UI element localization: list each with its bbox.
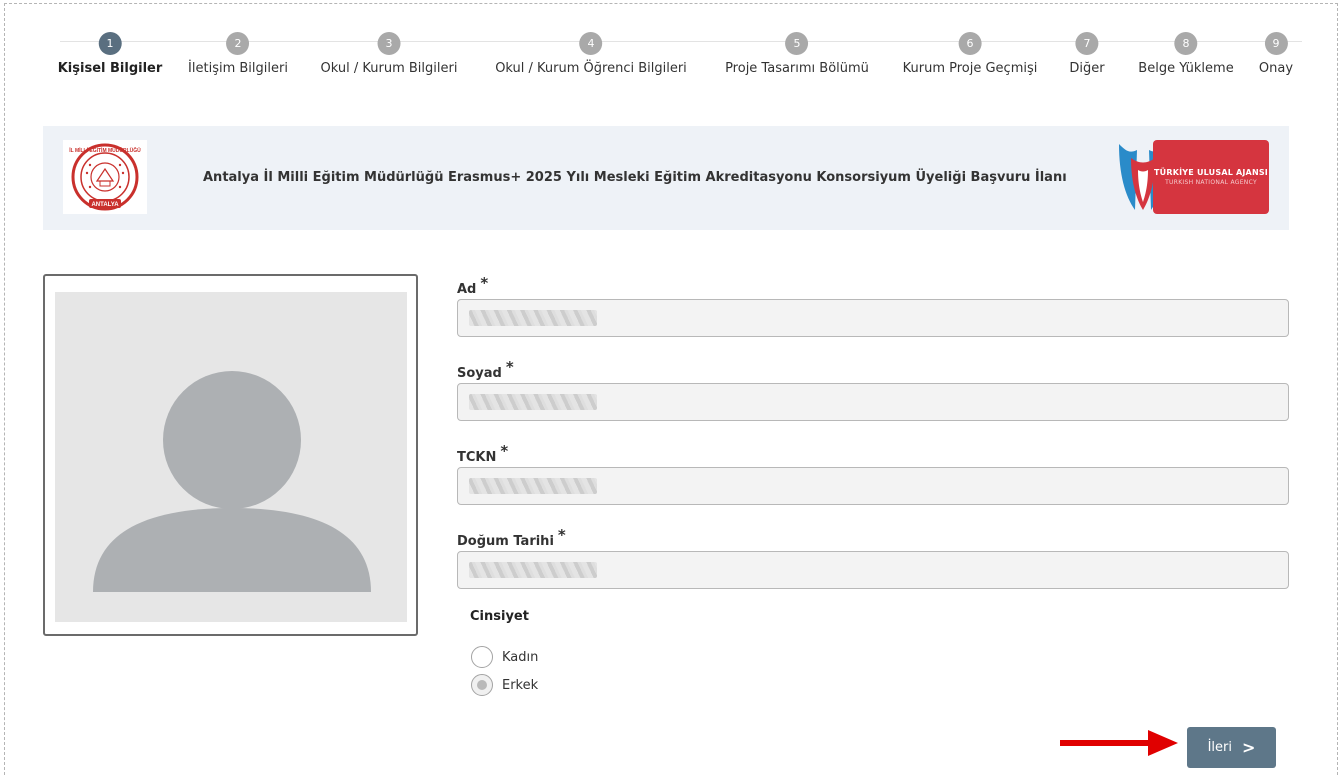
- svg-text:ANTALYA: ANTALYA: [91, 202, 119, 208]
- tua-subtitle: TURKISH NATIONAL AGENCY: [1165, 179, 1257, 186]
- step-okul-kurum-ogrenci-bilgileri[interactable]: 4 Okul / Kurum Öğrenci Bilgileri: [495, 32, 687, 76]
- tua-name: TÜRKİYE ULUSAL AJANSI: [1154, 168, 1268, 177]
- step-diger[interactable]: 7 Diğer: [1069, 32, 1105, 76]
- radio-kadin[interactable]: [471, 646, 493, 668]
- announcement-banner: ANTALYA İL MİLLİ EĞİTİM MÜDÜRLÜĞÜ Antaly…: [43, 126, 1289, 230]
- step-number: 5: [785, 32, 809, 55]
- cinsiyet-label: Cinsiyet: [470, 609, 529, 624]
- step-number: 4: [579, 32, 603, 55]
- next-button[interactable]: İleri >: [1187, 727, 1276, 768]
- redacted-value: [469, 562, 597, 578]
- profile-photo-frame[interactable]: [43, 274, 418, 636]
- step-label: Okul / Kurum Bilgileri: [320, 61, 458, 76]
- chevron-right-icon: >: [1242, 737, 1256, 757]
- step-belge-yukleme[interactable]: 8 Belge Yükleme: [1138, 32, 1234, 76]
- soyad-label: Soyad *: [457, 358, 514, 381]
- tua-name-box: TÜRKİYE ULUSAL AJANSI TURKISH NATIONAL A…: [1153, 140, 1269, 214]
- step-okul-kurum-bilgileri[interactable]: 3 Okul / Kurum Bilgileri: [320, 32, 458, 76]
- banner-title: Antalya İl Milli Eğitim Müdürlüğü Erasmu…: [203, 170, 1067, 185]
- gender-option-erkek[interactable]: Erkek: [471, 674, 538, 696]
- gender-option-kadin[interactable]: Kadın: [471, 646, 538, 668]
- user-silhouette-icon: [93, 371, 371, 592]
- ad-label: Ad *: [457, 274, 489, 297]
- next-button-label: İleri: [1207, 740, 1232, 755]
- radio-label: Erkek: [502, 677, 539, 693]
- radio-erkek[interactable]: [471, 674, 493, 696]
- step-number: 9: [1264, 32, 1288, 55]
- svg-text:İL MİLLİ EĞİTİM MÜDÜRLÜĞÜ: İL MİLLİ EĞİTİM MÜDÜRLÜĞÜ: [69, 146, 141, 154]
- step-kisisel-bilgiler[interactable]: 1 Kişisel Bilgiler: [57, 32, 163, 76]
- step-label: Kişisel Bilgiler: [57, 61, 163, 76]
- step-iletisim-bilgileri[interactable]: 2 İletişim Bilgileri: [188, 32, 288, 76]
- step-number: 2: [226, 32, 250, 55]
- meb-logo: ANTALYA İL MİLLİ EĞİTİM MÜDÜRLÜĞÜ: [63, 140, 147, 214]
- dogum-tarihi-label: Doğum Tarihi *: [457, 526, 566, 549]
- step-onay[interactable]: 9 Onay: [1259, 32, 1293, 76]
- tckn-label: TCKN *: [457, 442, 509, 465]
- step-number: 7: [1075, 32, 1099, 55]
- step-number: 1: [98, 32, 122, 55]
- redacted-value: [469, 310, 597, 326]
- wizard-stepper: 1 Kişisel Bilgiler 2 İletişim Bilgileri …: [0, 0, 1342, 110]
- red-arrow-icon: [1060, 730, 1178, 756]
- step-label: Onay: [1258, 61, 1294, 76]
- turkish-national-agency-logo: TÜRKİYE ULUSAL AJANSI TURKISH NATIONAL A…: [1111, 140, 1271, 214]
- radio-label: Kadın: [502, 649, 539, 665]
- redacted-value: [469, 394, 597, 410]
- step-label: Diğer: [1069, 61, 1105, 76]
- step-label: Okul / Kurum Öğrenci Bilgileri: [495, 61, 687, 76]
- step-label: Belge Yükleme: [1138, 61, 1234, 76]
- step-kurum-proje-gecmisi[interactable]: 6 Kurum Proje Geçmişi: [902, 32, 1038, 76]
- step-label: İletişim Bilgileri: [188, 61, 288, 76]
- step-proje-tasarimi[interactable]: 5 Proje Tasarımı Bölümü: [725, 32, 869, 76]
- redacted-value: [469, 478, 597, 494]
- meb-seal-icon: ANTALYA İL MİLLİ EĞİTİM MÜDÜRLÜĞÜ: [69, 143, 141, 211]
- step-number: 6: [958, 32, 982, 55]
- step-label: Proje Tasarımı Bölümü: [725, 61, 869, 76]
- profile-photo: [55, 292, 407, 622]
- step-number: 3: [377, 32, 401, 55]
- step-number: 8: [1174, 32, 1198, 55]
- step-label: Kurum Proje Geçmişi: [902, 61, 1038, 76]
